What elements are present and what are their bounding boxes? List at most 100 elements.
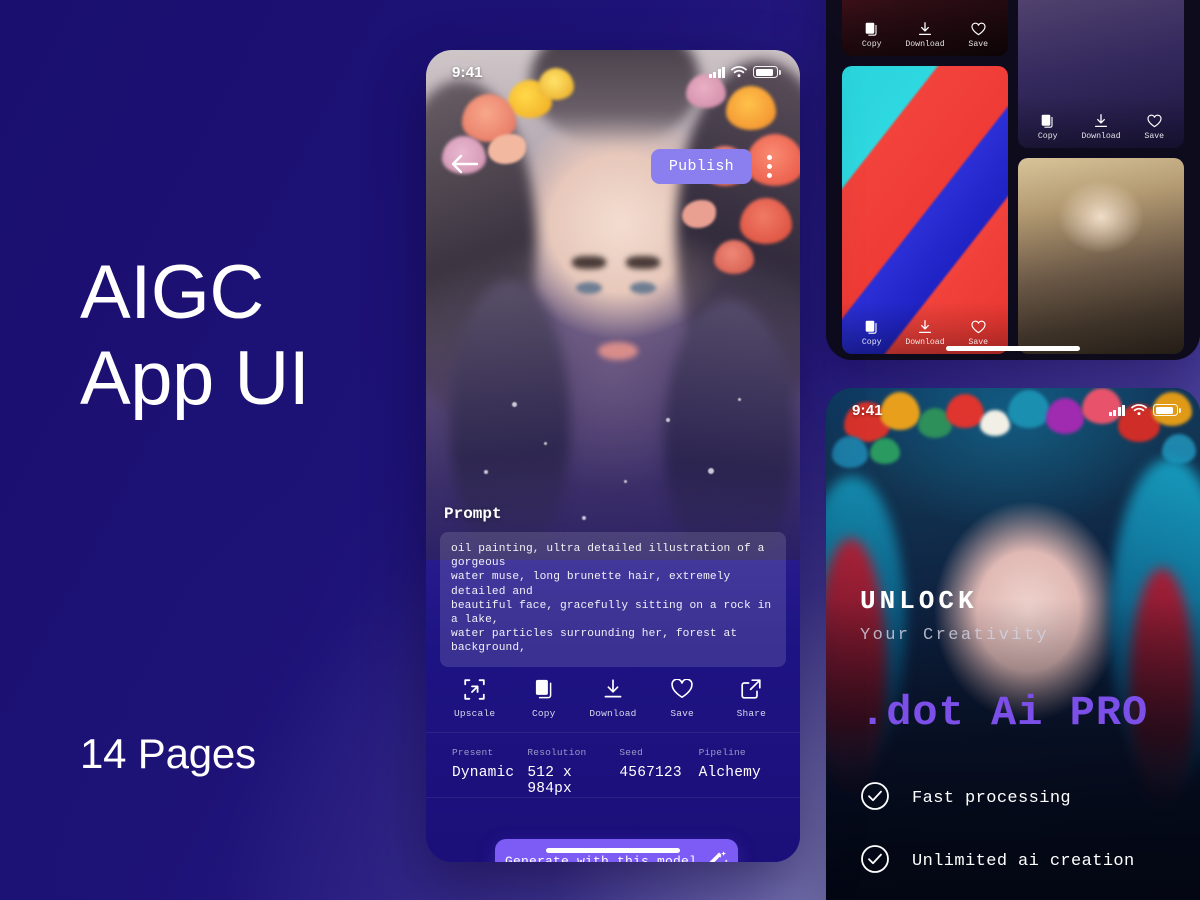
pro-feature-label: Fast processing — [912, 789, 1072, 808]
generate-label: Generate with this model — [504, 853, 698, 863]
gallery-save-label: Save — [1144, 132, 1165, 141]
more-vertical-icon[interactable] — [756, 149, 782, 183]
gallery-card[interactable] — [1018, 158, 1184, 354]
meta-pipeline-value: Alchemy — [698, 765, 761, 781]
pro-status-bar: 9:41 — [826, 388, 1200, 432]
heart-icon — [971, 21, 986, 36]
gallery-card[interactable]: Copy Download Save — [842, 0, 1008, 56]
gallery-copy-label: Copy — [861, 40, 882, 49]
download-icon — [918, 319, 932, 334]
meta-pipeline: Pipeline Alchemy — [699, 747, 774, 797]
main-status-bar: 9:41 — [426, 50, 800, 94]
gallery-save-button[interactable]: Save — [1144, 113, 1164, 141]
gallery-column-right: Copy Download Save — [1018, 0, 1184, 354]
battery-icon — [1153, 404, 1181, 416]
gallery-save-button[interactable]: Save — [968, 21, 988, 49]
copy-icon — [865, 319, 878, 334]
pages-count-label: 14 Pages — [80, 730, 256, 777]
prompt-label: Prompt — [444, 505, 502, 523]
menu-dot — [766, 172, 772, 178]
heart-icon — [1147, 113, 1162, 128]
prompt-section: Prompt oil painting, ultra detailed illu… — [426, 505, 800, 667]
home-indicator — [946, 346, 1080, 351]
prompt-text[interactable]: oil painting, ultra detailed illustratio… — [440, 532, 786, 667]
copy-label: Copy — [531, 708, 556, 719]
gallery-card[interactable]: Copy Download Save — [1018, 0, 1184, 148]
download-label: Download — [589, 708, 637, 719]
meta-resolution-value: 512 x 984px — [527, 765, 572, 797]
gallery-copy-label: Copy — [1037, 132, 1058, 141]
cellular-signal-icon — [708, 66, 725, 78]
gallery-download-button[interactable]: Download — [905, 319, 945, 347]
gallery-download-button[interactable]: Download — [1081, 113, 1121, 141]
meta-resolution-key: Resolution — [527, 747, 587, 758]
gallery-download-label: Download — [905, 40, 945, 49]
cellular-signal-icon — [1108, 404, 1125, 416]
meta-seed-value: 4567123 — [619, 765, 682, 781]
download-icon — [918, 21, 932, 36]
generated-image — [426, 50, 800, 560]
meta-present: Present Dynamic — [452, 747, 527, 797]
heart-icon — [671, 678, 693, 700]
back-button[interactable] — [448, 149, 482, 183]
meta-seed: Seed 4567123 — [619, 747, 698, 797]
pro-subtitle: Your Creativity — [860, 626, 1050, 645]
gallery-save-button[interactable]: Save — [968, 319, 988, 347]
save-button[interactable]: Save — [653, 678, 711, 719]
main-top-nav: Publish — [426, 144, 800, 188]
arrow-left-icon — [451, 153, 479, 180]
pro-feature-item: Fast processing — [860, 781, 1174, 816]
hero-text-block: AIGC App UI — [80, 250, 410, 422]
pro-feature-label: Unlimited ai creation — [912, 852, 1135, 871]
meta-divider — [426, 732, 800, 733]
copy-icon — [865, 21, 878, 36]
gallery-card-overlay: Copy Download Save — [842, 4, 1008, 56]
pro-brand-name: .dot Ai PRO — [860, 689, 1149, 737]
copy-button[interactable]: Copy — [515, 678, 573, 719]
home-indicator — [546, 848, 680, 853]
download-button[interactable]: Download — [584, 678, 642, 719]
meta-seed-key: Seed — [619, 747, 644, 758]
wifi-icon — [1131, 404, 1147, 416]
pro-upsell-phone-mockup: 9:41 UNLOCK Your Creativity .dot Ai PRO … — [826, 388, 1200, 900]
menu-dot — [766, 163, 772, 169]
status-bar-time: 9:41 — [452, 63, 483, 81]
page-title-line-1: AIGC — [80, 250, 264, 335]
share-button[interactable]: Share — [722, 678, 780, 719]
check-circle-icon — [860, 781, 890, 816]
gallery-copy-button[interactable]: Copy — [862, 21, 882, 49]
meta-resolution: Resolution 512 x 984px — [527, 747, 619, 797]
battery-icon — [753, 66, 781, 78]
download-icon — [603, 678, 623, 700]
image-metadata: Present Dynamic Resolution 512 x 984px S… — [426, 747, 800, 797]
menu-dot — [766, 154, 772, 160]
heart-icon — [971, 319, 986, 334]
upscale-button[interactable]: Upscale — [446, 678, 504, 719]
gallery-copy-button[interactable]: Copy — [1038, 113, 1058, 141]
save-label: Save — [670, 708, 694, 719]
share-icon — [741, 678, 761, 700]
check-circle-icon — [860, 844, 890, 879]
copy-icon — [1041, 113, 1054, 128]
pro-content: UNLOCK Your Creativity .dot Ai PRO Fast … — [860, 586, 1174, 900]
pro-feature-item: Unlimited ai creation — [860, 844, 1174, 879]
gallery-phone-mockup: Copy Download Save Copy Download Save Co… — [826, 0, 1200, 360]
wifi-icon — [731, 66, 747, 78]
gallery-copy-button[interactable]: Copy — [862, 319, 882, 347]
gallery-column-left: Copy Download Save Copy Download Save — [842, 0, 1008, 354]
magic-wand-icon — [708, 850, 728, 862]
share-label: Share — [736, 708, 767, 719]
gallery-download-label: Download — [905, 338, 945, 347]
gallery-copy-label: Copy — [861, 338, 882, 347]
meta-divider — [426, 797, 800, 798]
publish-button[interactable]: Publish — [650, 148, 752, 184]
gallery-download-button[interactable]: Download — [905, 21, 945, 49]
gallery-save-label: Save — [968, 40, 989, 49]
gallery-download-label: Download — [1081, 132, 1121, 141]
status-bar-time: 9:41 — [852, 401, 883, 419]
action-bar: Upscale Copy Download Save Share — [426, 678, 800, 719]
page-title-line-2: App UI — [80, 336, 310, 421]
meta-pipeline-key: Pipeline — [698, 747, 746, 758]
status-bar-icons — [1108, 404, 1181, 416]
gallery-card[interactable]: Copy Download Save — [842, 66, 1008, 354]
